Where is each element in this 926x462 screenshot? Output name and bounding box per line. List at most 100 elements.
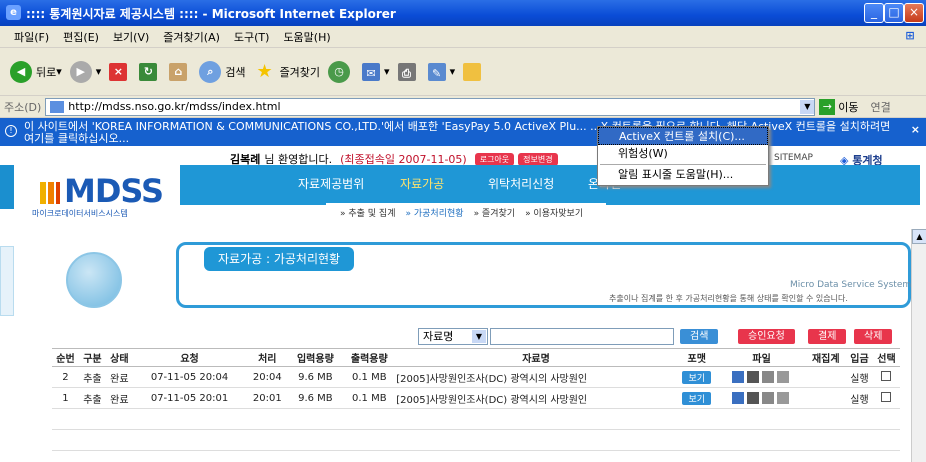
main-nav: 자료제공범위 자료가공 위탁처리신청 온라인 — [180, 165, 920, 205]
favorites-button[interactable]: ★ 즐겨찾기 — [254, 61, 320, 83]
nav-item-consign[interactable]: 위탁처리신청 — [488, 175, 554, 192]
cell-type: 추출 — [78, 387, 106, 409]
close-button[interactable]: × — [904, 3, 924, 23]
search-input[interactable] — [490, 328, 674, 345]
menu-infobar-help[interactable]: 알림 표시줄 도움말(H)... — [598, 166, 768, 184]
cell-select — [872, 387, 900, 409]
mail-button[interactable]: ✉ ▾ — [362, 62, 390, 81]
cell-payment[interactable]: 실행 — [845, 387, 873, 409]
payment-button[interactable]: 결제 — [808, 329, 847, 344]
approve-request-button[interactable]: 승인요청 — [738, 329, 795, 344]
logout-button[interactable]: 로그아웃 — [474, 152, 515, 166]
col-header: 상태 — [105, 348, 133, 367]
menu-risk[interactable]: 위험성(W) — [598, 145, 768, 163]
col-header: 순번 — [52, 348, 79, 367]
menu-favorites[interactable]: 즐겨찾기(A) — [163, 29, 220, 45]
cell-format: 보기 — [675, 387, 718, 409]
col-header: 파일 — [717, 348, 806, 367]
sub-nav: » 추출 및 집계 » 가공처리현황 » 즐겨찾기 » 이용자맞보기 — [326, 203, 606, 221]
character-illustration — [66, 252, 122, 308]
scroll-up-icon[interactable]: ▲ — [912, 229, 926, 244]
go-button[interactable]: → 이동 — [819, 98, 859, 115]
subnav-user[interactable]: » 이용자맞보기 — [525, 206, 583, 219]
col-header: 자료명 — [396, 348, 676, 367]
table-row-empty — [52, 429, 900, 451]
profile-button[interactable]: 정보변경 — [518, 152, 558, 166]
subnav-favorites[interactable]: » 즐겨찾기 — [474, 206, 516, 219]
view-button[interactable]: 보기 — [682, 370, 712, 384]
sitemap-link[interactable]: SITEMAP — [774, 153, 813, 163]
menu-tools[interactable]: 도구(T) — [234, 29, 270, 45]
stop-button[interactable]: × — [109, 62, 131, 81]
col-header: 포맷 — [675, 348, 718, 367]
processing-table: 순번 구분 상태 요청 처리 입력용량 출력용량 자료명 포맷 파일 재집계 입… — [52, 348, 900, 451]
cell-payment[interactable]: 실행 — [845, 366, 873, 388]
scrollbar[interactable]: ▲ — [911, 229, 926, 462]
mdss-logo[interactable]: MDSS — [40, 172, 164, 210]
subnav-status[interactable]: » 가공처리현황 — [406, 206, 464, 219]
subnav-extract[interactable]: » 추출 및 집계 — [340, 206, 396, 219]
cell-reagg — [805, 387, 846, 409]
nav-item-processing[interactable]: 자료가공 — [400, 175, 444, 192]
file-excel-icon[interactable] — [746, 371, 759, 383]
toolbar: ◀ 뒤로 ▾ ▶ ▾ × ↻ ⌂ ⌕ 검색 ★ 즐겨찾기 ◷ ✉ ▾ ⎙ ✎ ▾ — [0, 48, 926, 96]
menu-install-activex[interactable]: ActiveX 컨트롤 설치(C)... — [598, 127, 768, 145]
view-button[interactable]: 보기 — [682, 391, 712, 405]
search-button-page[interactable]: 검색 — [680, 329, 719, 344]
ie-icon: e — [6, 5, 21, 20]
print-button[interactable]: ⎙ — [397, 62, 420, 81]
cell-request: 07-11-05 20:04 — [132, 366, 247, 388]
minimize-button[interactable]: _ — [864, 3, 884, 23]
forward-button[interactable]: ▶ ▾ — [69, 60, 101, 83]
window-titlebar: e :::: 통계원시자료 제공시스템 :::: - Microsoft Int… — [0, 0, 926, 26]
col-header: 구분 — [78, 348, 106, 367]
menu-separator — [600, 164, 766, 165]
table-row: 1 추출 완료 07-11-05 20:01 20:01 9.6 MB 0.1 … — [52, 387, 900, 409]
col-header: 요청 — [132, 348, 247, 367]
maximize-button[interactable]: □ — [884, 3, 904, 23]
address-label: 주소(D) — [4, 100, 42, 114]
file-archive-icon[interactable] — [776, 371, 789, 383]
file-doc-icon[interactable] — [761, 371, 774, 383]
history-button[interactable]: ◷ — [328, 60, 354, 83]
file-data-icon[interactable] — [731, 392, 744, 404]
row-checkbox[interactable] — [881, 391, 892, 402]
menu-edit[interactable]: 편집(E) — [63, 29, 99, 45]
logo-bars-icon — [40, 182, 60, 204]
address-input[interactable]: http://mdss.nso.go.kr/mdss/index.html ▼ — [45, 97, 816, 116]
windows-logo-icon: ⊞ — [898, 29, 922, 45]
search-select[interactable]: 자료명 ▼ — [418, 328, 488, 345]
cell-output-size: 0.1 MB — [342, 366, 397, 388]
file-data-icon[interactable] — [731, 371, 744, 383]
edit-icon: ✎ — [427, 62, 446, 81]
edit-button[interactable]: ✎ ▾ — [427, 62, 455, 81]
close-icon[interactable]: × — [911, 124, 920, 136]
menu-file[interactable]: 파일(F) — [14, 29, 49, 45]
search-icon: ⌕ — [199, 60, 222, 83]
col-header: 처리 — [246, 348, 289, 367]
back-button[interactable]: ◀ 뒤로 ▾ — [10, 60, 62, 83]
nav-item-range[interactable]: 자료제공범위 — [298, 175, 364, 192]
file-archive-icon[interactable] — [776, 392, 789, 404]
refresh-button[interactable]: ↻ — [139, 62, 161, 81]
menu-help[interactable]: 도움말(H) — [283, 29, 330, 45]
info-bar[interactable]: ! 이 사이트에서 'KOREA INFORMATION & COMMUNICA… — [0, 118, 926, 146]
back-arrow-icon: ◀ — [10, 60, 32, 83]
shield-icon: ! — [5, 125, 17, 137]
delete-button[interactable]: 삭제 — [854, 329, 893, 344]
links-label[interactable]: 연결 — [871, 99, 891, 115]
folder-button[interactable] — [463, 62, 485, 81]
cell-reagg — [805, 366, 846, 388]
row-checkbox[interactable] — [881, 370, 892, 381]
file-doc-icon[interactable] — [761, 392, 774, 404]
dropdown-icon[interactable]: ▼ — [800, 99, 815, 114]
menu-view[interactable]: 보기(V) — [113, 29, 149, 45]
page-icon — [50, 100, 65, 113]
home-icon: ⌂ — [169, 62, 188, 81]
file-excel-icon[interactable] — [746, 392, 759, 404]
home-button[interactable]: ⌂ — [169, 62, 191, 81]
col-header: 입금 — [845, 348, 873, 367]
search-button[interactable]: ⌕ 검색 — [199, 60, 246, 83]
col-header: 선택 — [872, 348, 900, 367]
star-icon: ★ — [256, 60, 273, 82]
